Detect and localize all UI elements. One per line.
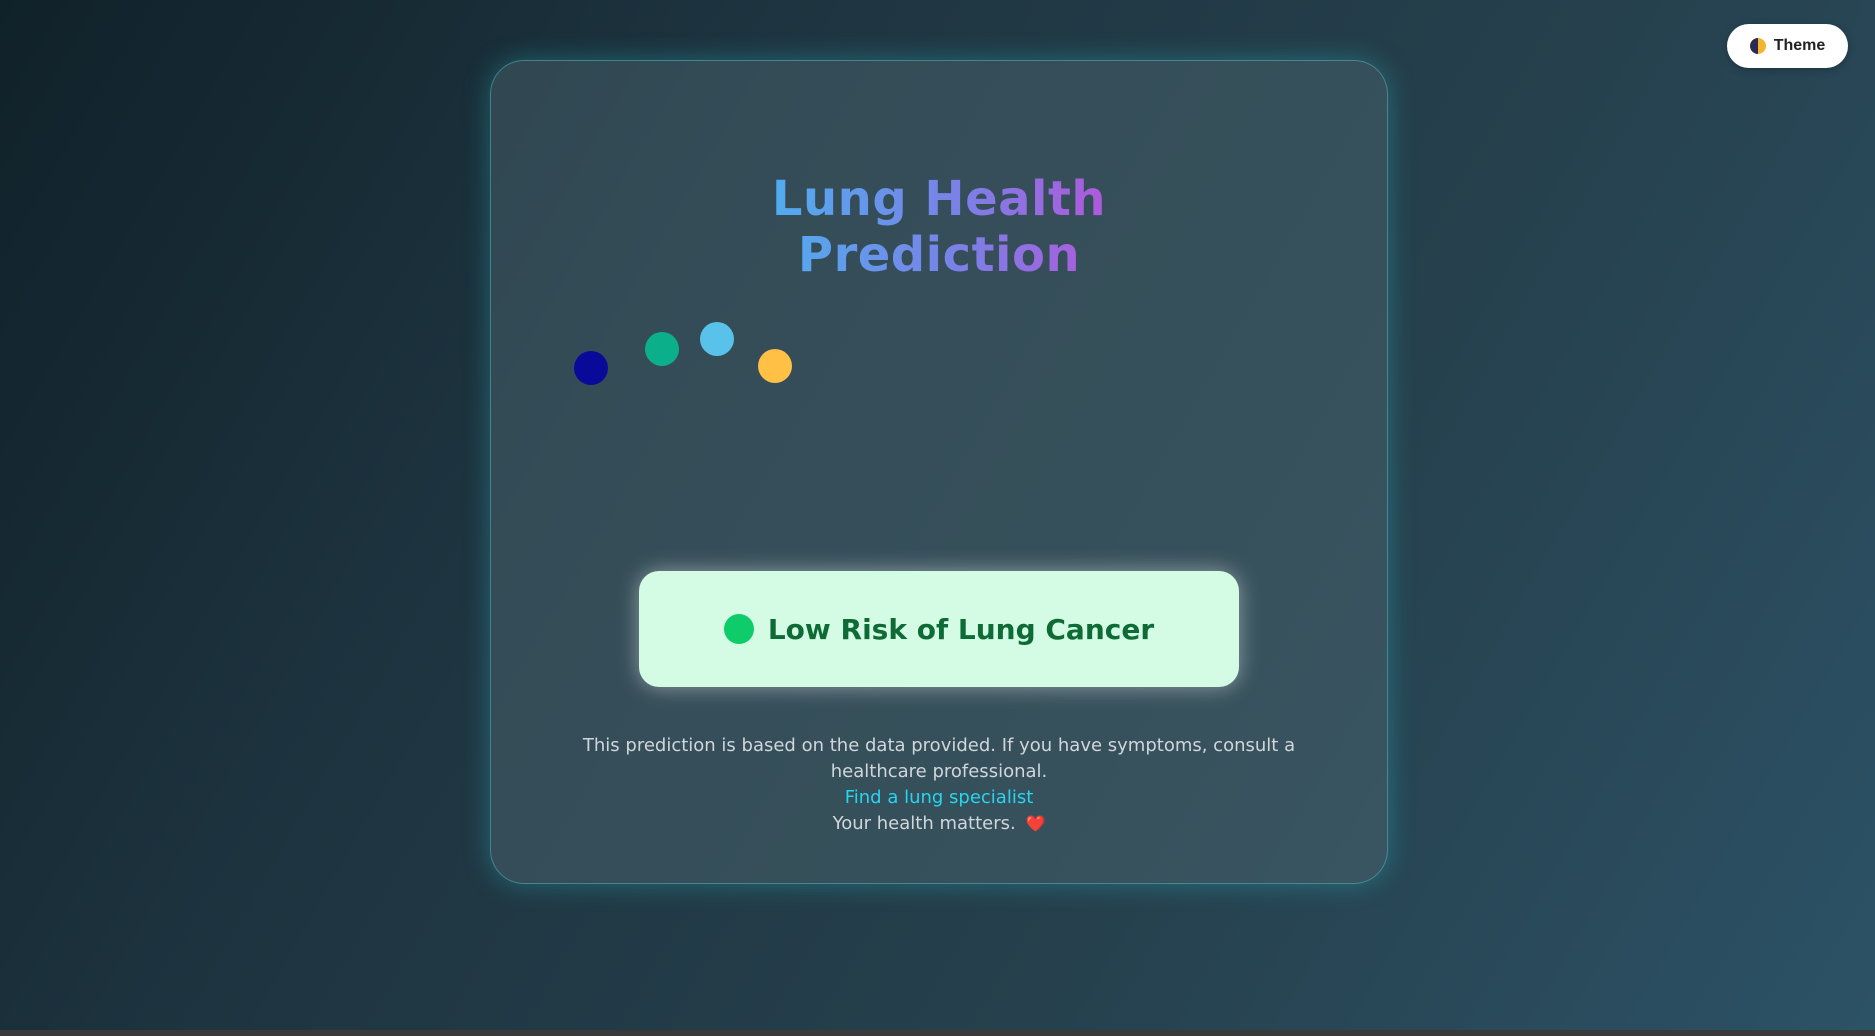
closing-text: Your health matters.	[832, 813, 1016, 834]
loader-dot-green	[645, 332, 679, 366]
closing-line: Your health matters. ❤️	[541, 811, 1337, 837]
result-banner: Low Risk of Lung Cancer	[639, 571, 1239, 687]
page-title: Lung Health Prediction	[659, 171, 1219, 283]
prediction-card: Lung Health Prediction Low Risk of Lung …	[490, 60, 1388, 884]
result-text: Low Risk of Lung Cancer	[767, 612, 1155, 646]
find-specialist-link[interactable]: Find a lung specialist	[845, 787, 1034, 808]
theme-button-label: Theme	[1773, 37, 1826, 54]
half-moon-icon	[1749, 38, 1766, 54]
loader-dot-amber	[758, 349, 792, 383]
heart-icon: ❤️	[1025, 814, 1046, 833]
loader-dot-navy	[574, 351, 608, 385]
loader-dot-sky	[700, 322, 734, 356]
theme-toggle-button[interactable]: Theme	[1727, 24, 1848, 68]
disclaimer-text: This prediction is based on the data pro…	[582, 735, 1296, 782]
bottom-edge-bar	[0, 1030, 1875, 1036]
status-indicator-icon	[723, 614, 754, 644]
footer-note: This prediction is based on the data pro…	[541, 733, 1337, 837]
